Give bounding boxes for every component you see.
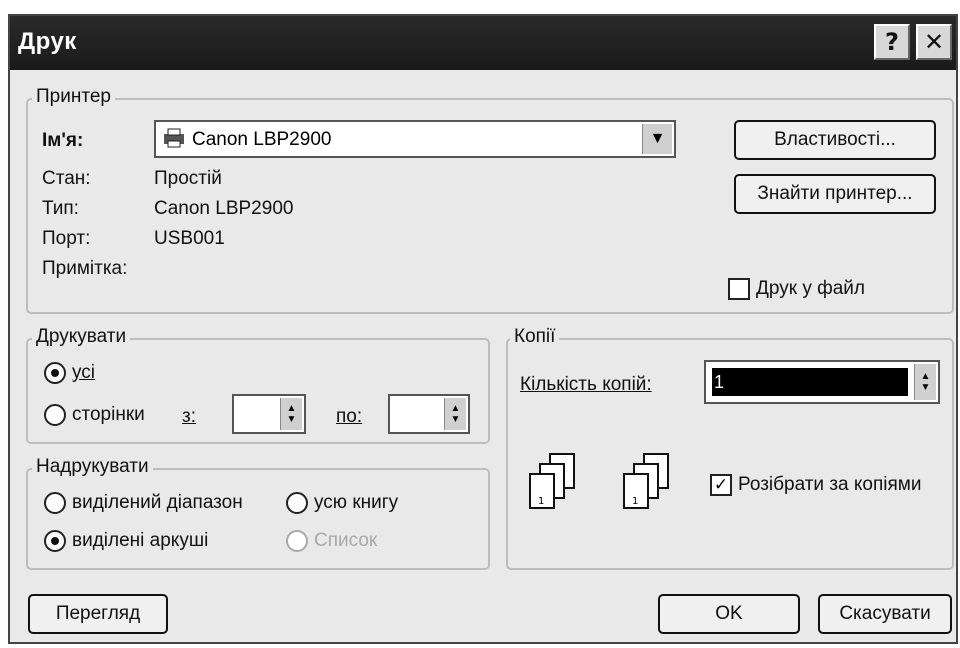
printer-status-label: Стан: [42, 168, 91, 189]
print-what-group [26, 468, 490, 570]
copies-count-value: 1 [714, 372, 725, 392]
list-label: Список [314, 530, 378, 551]
printer-name-combo[interactable]: Canon LBP2900 ▼ [154, 120, 676, 158]
entire-workbook-label: усю книгу [314, 492, 399, 513]
close-button[interactable]: ✕ [916, 24, 952, 60]
all-pages-label: усі [72, 362, 96, 383]
printer-icon [162, 128, 186, 148]
preview-button[interactable]: Перегляд [28, 594, 168, 634]
active-sheets-label: виділені аркуші [72, 530, 209, 551]
printer-type-value: Canon LBP2900 [154, 198, 294, 219]
selection-radio[interactable] [44, 492, 66, 514]
help-icon: ? [885, 28, 899, 56]
page-range-radio[interactable] [44, 404, 66, 426]
printer-legend: Принтер [32, 86, 115, 108]
dialog-title: Друк [18, 28, 77, 55]
printer-name-label: Ім'я: [42, 130, 84, 151]
chevron-down-icon[interactable]: ▼ [642, 124, 672, 154]
properties-button[interactable]: Властивості... [734, 120, 936, 160]
print-to-file-label: Друк у файл [756, 278, 865, 299]
copies-legend: Копії [510, 326, 560, 348]
list-radio [286, 530, 308, 552]
collated-pages-icon: 1 [623, 453, 669, 509]
print-dialog: Друк ? ✕ Принтер Ім'я: Canon LBP2900 ▼ С… [8, 14, 958, 644]
printer-name-value: Canon LBP2900 [192, 129, 332, 150]
active-sheets-radio[interactable] [44, 530, 66, 552]
help-button[interactable]: ? [874, 24, 910, 60]
page-range-label: сторінки [72, 404, 145, 425]
copies-count-selection [712, 368, 908, 396]
print-to-file-checkbox[interactable] [728, 278, 750, 300]
close-icon: ✕ [923, 28, 945, 56]
spin-updown-icon[interactable]: ▲ ▼ [914, 364, 936, 400]
spin-updown-icon[interactable]: ▲ ▼ [444, 398, 466, 430]
to-page-spinner[interactable]: ▲ ▼ [388, 394, 470, 434]
find-printer-button[interactable]: Знайти принтер... [734, 174, 936, 214]
print-range-legend: Друкувати [32, 326, 131, 348]
copies-count-spinner[interactable]: 1 ▲ ▼ [704, 360, 940, 404]
printer-port-value: USB001 [154, 228, 225, 249]
printer-note-label: Примітка: [42, 258, 128, 279]
svg-text:1: 1 [538, 496, 544, 507]
spin-updown-icon[interactable]: ▲ ▼ [280, 398, 302, 430]
all-pages-radio[interactable] [44, 362, 66, 384]
title-bar: Друк ? ✕ [10, 16, 956, 70]
copies-count-label: Кількість копій: [520, 374, 652, 395]
to-label: по: [336, 406, 363, 427]
from-label: з: [182, 406, 196, 427]
printer-type-label: Тип: [42, 198, 79, 219]
collate-label: Розібрати за копіями [738, 474, 922, 495]
cancel-button[interactable]: Скасувати [818, 594, 952, 634]
from-page-spinner[interactable]: ▲ ▼ [232, 394, 306, 434]
collate-checkbox[interactable]: ✓ [710, 474, 732, 496]
selection-label: виділений діапазон [72, 492, 243, 513]
uncollated-pages-icon: 1 [529, 453, 575, 509]
print-what-legend: Надрукувати [32, 456, 153, 478]
printer-status-value: Простій [154, 168, 222, 189]
entire-workbook-radio[interactable] [286, 492, 308, 514]
svg-text:1: 1 [632, 496, 638, 507]
printer-port-label: Порт: [42, 228, 91, 249]
ok-button[interactable]: OK [658, 594, 800, 634]
